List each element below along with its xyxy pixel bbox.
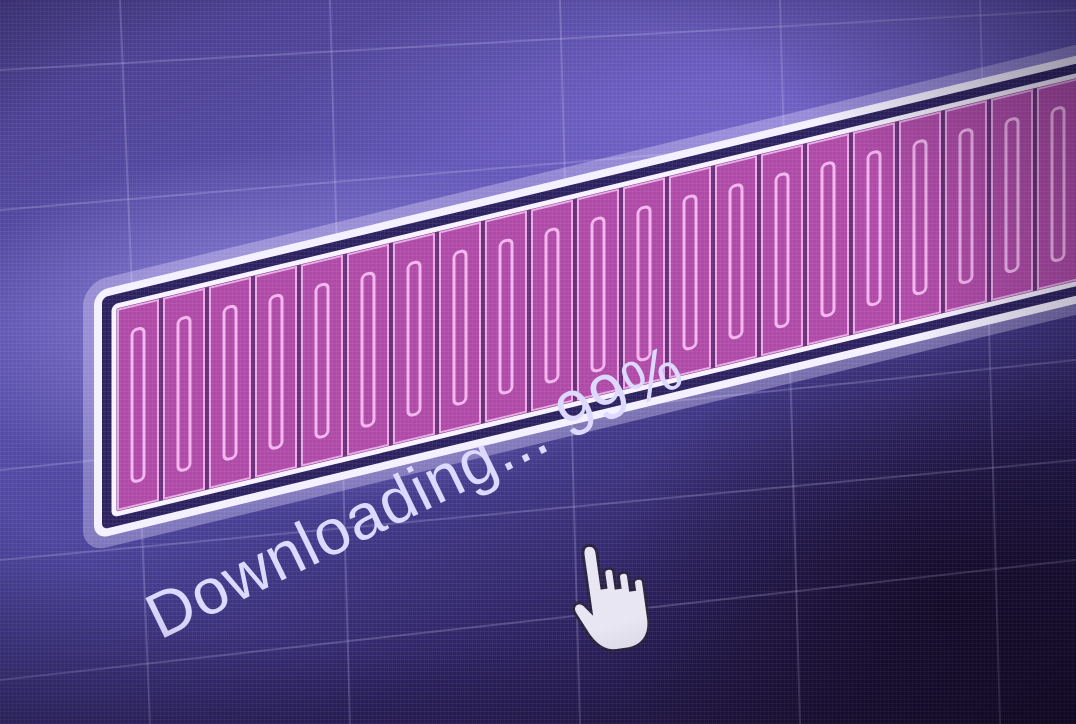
label-layer: Downloading... 99% xyxy=(135,330,694,653)
hand-pointer-icon xyxy=(572,543,651,653)
screen-photo: Downloading... 99% xyxy=(0,0,1076,724)
